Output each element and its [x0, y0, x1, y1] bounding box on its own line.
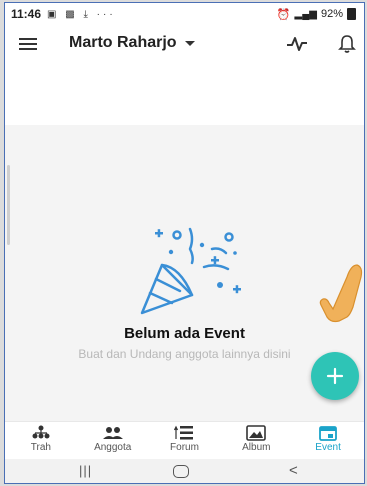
empty-state-title: Belum ada Event — [124, 325, 245, 342]
album-icon — [246, 425, 267, 441]
app-bar: Marto Raharjo — [5, 25, 364, 65]
status-time: 11:46 — [11, 7, 42, 21]
recent-apps-icon[interactable]: ||| — [79, 463, 92, 478]
alarm-icon: ⏰ — [276, 8, 291, 21]
add-event-button[interactable] — [311, 352, 359, 400]
bell-icon[interactable] — [338, 34, 356, 59]
tab-anggota-label: Anggota — [94, 442, 132, 453]
plus-icon — [326, 367, 344, 385]
battery-icon — [347, 8, 356, 20]
bottom-navigation: Trah Anggota Forum Album Event — [5, 421, 364, 460]
tab-anggota[interactable]: Anggota — [77, 422, 149, 460]
page-title: Marto Raharjo — [69, 34, 177, 51]
header-band — [5, 65, 364, 125]
tab-event[interactable]: Event — [292, 422, 364, 460]
status-right: ⏰ ▂▄▆ 92% — [277, 8, 356, 21]
party-popper-icon — [132, 225, 242, 326]
tab-trah-label: Trah — [30, 442, 51, 453]
phone-screen: 11:46 ▣ ▩ ⤓ ··· ⏰ ▂▄▆ 92% Marto Raharjo — [4, 2, 365, 484]
status-bar: 11:46 ▣ ▩ ⤓ ··· ⏰ ▂▄▆ 92% — [5, 3, 364, 25]
tab-forum[interactable]: Forum — [149, 422, 221, 460]
pointing-hand-overlay — [317, 263, 364, 346]
status-notification-icons: ▣ ▩ ⤓ ··· — [47, 8, 116, 20]
tab-event-label: Event — [315, 442, 341, 453]
activity-icon[interactable] — [286, 35, 308, 58]
family-tree-icon — [32, 425, 50, 439]
family-selector[interactable]: Marto Raharjo — [69, 34, 195, 52]
tab-album[interactable]: Album — [220, 422, 292, 460]
tab-forum-label: Forum — [170, 442, 199, 453]
forum-icon — [174, 425, 194, 440]
menu-icon[interactable] — [19, 37, 37, 51]
signal-icon: ▂▄▆ — [294, 8, 317, 20]
tab-trah[interactable]: Trah — [5, 422, 77, 460]
empty-state-subtitle: Buat dan Undang anggota lainnya disini — [78, 347, 291, 361]
back-icon[interactable]: < — [289, 462, 298, 479]
home-icon[interactable] — [173, 465, 189, 478]
tab-album-label: Album — [242, 442, 271, 453]
people-icon — [102, 427, 123, 439]
drawer-handle[interactable] — [7, 165, 10, 245]
system-navigation-bar: ||| < — [5, 459, 364, 483]
battery-text: 92% — [320, 8, 343, 20]
caret-down-icon — [184, 40, 195, 46]
calendar-icon — [319, 426, 337, 441]
